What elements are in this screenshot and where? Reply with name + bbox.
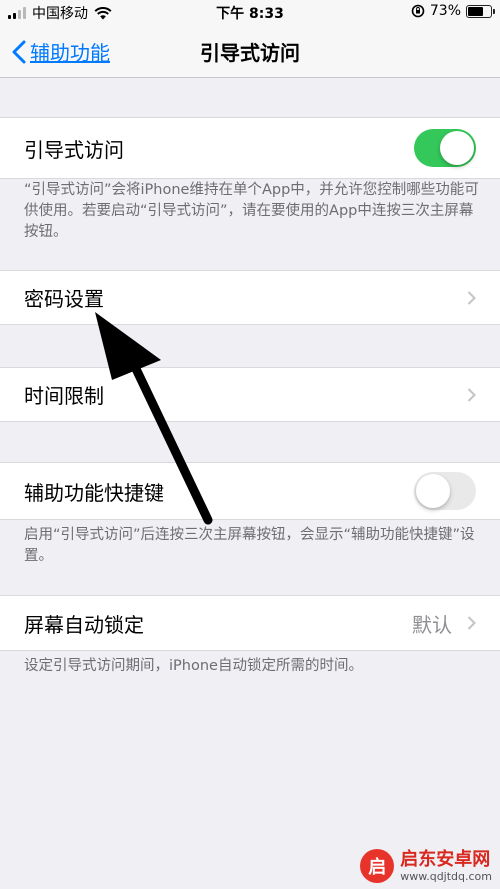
accessibility-shortcut-footnote: 启用“引导式访问”后连按三次主屏幕按钮，会显示“辅助功能快捷键”设置。	[24, 527, 475, 564]
status-bar: 中国移动 下午 8:33 73%	[0, 0, 500, 24]
navigation-bar: 辅助功能 引导式访问	[0, 24, 500, 78]
accessibility-shortcut-toggle[interactable]	[414, 472, 476, 510]
chevron-right-icon	[467, 387, 476, 402]
wifi-icon	[94, 6, 112, 19]
chevron-right-icon	[467, 616, 476, 630]
watermark-text: 启东安卓网 www.qdjtdq.com	[400, 848, 492, 883]
passcode-settings-row[interactable]: 密码设置	[0, 270, 500, 325]
auto-lock-label: 屏幕自动锁定	[24, 612, 144, 637]
watermark-url: www.qdjtdq.com	[400, 869, 492, 883]
back-label: 辅助功能	[30, 41, 110, 65]
guided-access-label: 引导式访问	[24, 137, 124, 162]
guided-access-toggle[interactable]	[414, 129, 476, 167]
chevron-left-icon	[12, 40, 26, 63]
status-left: 中国移动	[8, 3, 112, 23]
time-limits-row[interactable]: 时间限制	[0, 367, 500, 422]
watermark-title: 启东安卓网	[400, 848, 491, 870]
signal-icon	[8, 7, 26, 19]
watermark-icon: 启	[360, 849, 395, 883]
battery-fill	[468, 6, 483, 16]
chevron-right-icon	[467, 290, 476, 305]
carrier-label: 中国移动	[32, 6, 88, 22]
toggle-knob	[440, 131, 474, 165]
auto-lock-value: 默认	[412, 612, 452, 637]
guided-access-row: 引导式访问	[0, 117, 500, 179]
status-right: 73%	[411, 3, 495, 19]
time-limits-label: 时间限制	[24, 384, 104, 408]
accessibility-shortcut-label: 辅助功能快捷键	[24, 480, 164, 505]
guided-access-footnote: “引导式访问”会将iPhone维持在单个App中，并允许您控制哪些功能可供使用。…	[24, 182, 479, 240]
auto-lock-footnote: 设定引导式访问期间，iPhone自动锁定所需的时间。	[24, 658, 363, 674]
passcode-settings-label: 密码设置	[24, 287, 104, 311]
battery-percent: 73%	[429, 3, 461, 19]
back-button[interactable]: 辅助功能	[12, 37, 110, 66]
watermark-logo: 启 启东安卓网 www.qdjtdq.com	[360, 849, 492, 883]
toggle-knob	[416, 474, 450, 508]
battery-icon	[466, 4, 495, 18]
accessibility-shortcut-row: 辅助功能快捷键	[0, 462, 500, 520]
orientation-lock-icon	[411, 4, 425, 18]
auto-lock-row[interactable]: 屏幕自动锁定 默认	[0, 595, 500, 651]
